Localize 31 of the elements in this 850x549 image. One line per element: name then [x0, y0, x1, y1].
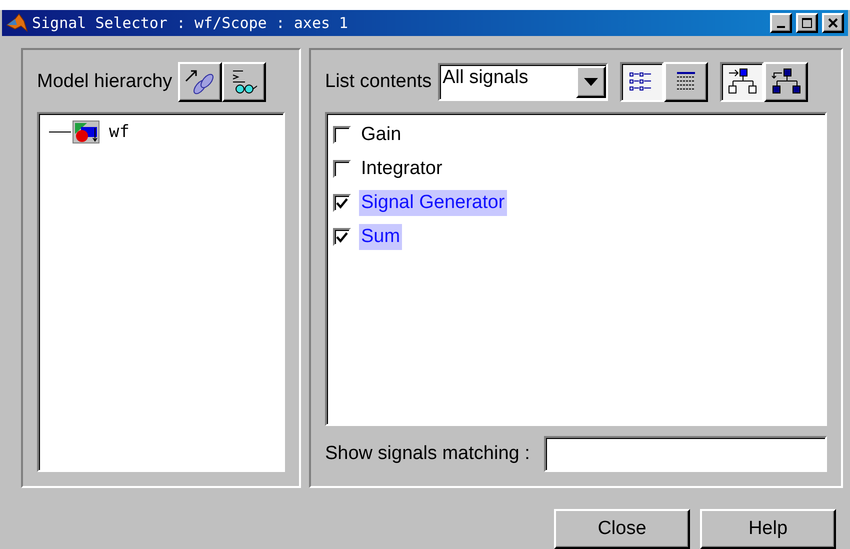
signals-dropdown[interactable]: All signals — [438, 63, 608, 101]
close-button[interactable] — [822, 13, 844, 33]
toolbar-button[interactable] — [222, 62, 266, 102]
caret-icon — [584, 78, 598, 86]
maximize-button[interactable] — [796, 13, 818, 33]
tree-item[interactable]: wf — [47, 120, 275, 144]
filter-input[interactable] — [544, 436, 827, 472]
window-title: Signal Selector : wf/Scope : axes 1 — [32, 14, 350, 32]
signal-name[interactable]: Gain — [359, 122, 404, 148]
dialog-button[interactable]: Help — [700, 509, 836, 549]
checkmark-icon — [336, 198, 348, 208]
close-icon — [827, 17, 839, 29]
minimize-icon — [777, 26, 785, 28]
hierarchy-icon — [726, 68, 757, 96]
scope-toggle-button[interactable] — [720, 62, 764, 102]
model-hierarchy-label: Model hierarchy — [37, 71, 172, 93]
app-logo-icon — [6, 13, 28, 33]
signal-name[interactable]: Signal Generator — [359, 190, 507, 216]
view-toggle-button[interactable] — [620, 62, 664, 102]
minimize-button[interactable] — [770, 13, 792, 33]
maximize-icon — [801, 17, 813, 29]
checkmark-icon — [336, 232, 348, 242]
dropdown-arrow-button[interactable] — [576, 66, 606, 98]
toolbar-button[interactable] — [178, 62, 222, 102]
dialog-button[interactable]: Close — [554, 509, 690, 549]
filter-label: Show signals matching : — [325, 443, 530, 465]
list-contents-label: List contents — [325, 71, 432, 93]
hierarchy-icon — [770, 68, 801, 96]
signal-name[interactable]: Integrator — [359, 156, 444, 182]
tree-label: wf — [109, 122, 130, 142]
signal-name[interactable]: Sum — [359, 224, 402, 250]
